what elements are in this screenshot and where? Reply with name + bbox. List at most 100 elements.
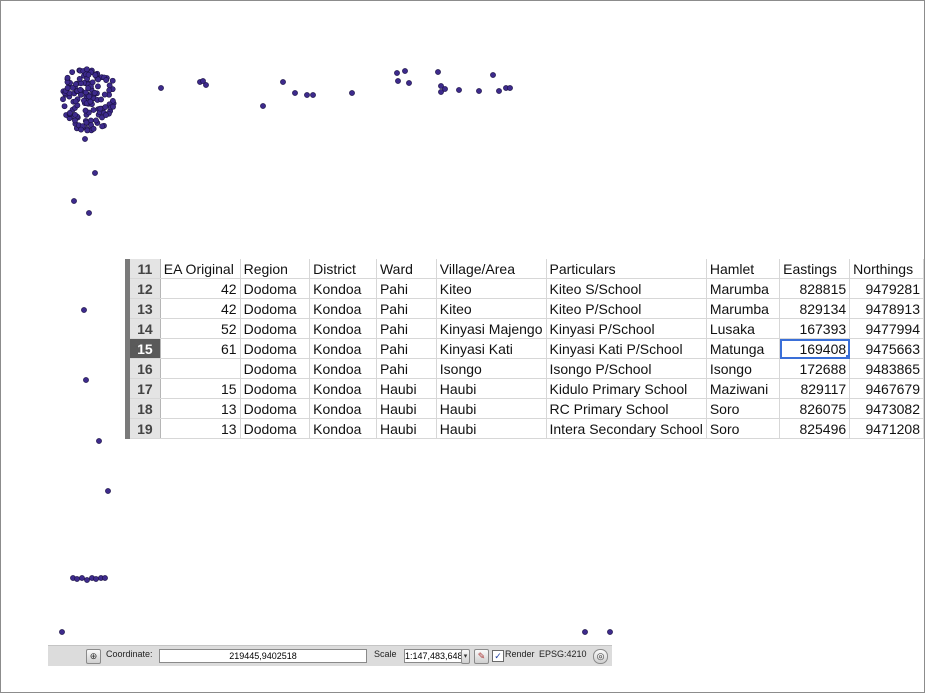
scale-lock-icon[interactable]: ✎	[474, 649, 489, 664]
table-cell[interactable]: Kondoa	[309, 278, 377, 299]
table-cell[interactable]: Kinyasi Kati	[436, 338, 547, 359]
row-header[interactable]: 18	[125, 398, 161, 419]
column-header-cell[interactable]: EA Original	[160, 259, 241, 279]
scale-dropdown-icon[interactable]: ▾	[461, 649, 470, 664]
table-cell[interactable]: Marumba	[706, 298, 781, 319]
table-cell[interactable]: Kondoa	[309, 318, 377, 339]
table-cell[interactable]: 825496	[779, 418, 851, 439]
table-cell[interactable]: Kiteo	[436, 298, 547, 319]
map-point[interactable]	[394, 70, 400, 76]
map-point[interactable]	[106, 87, 113, 94]
map-point[interactable]	[82, 136, 88, 142]
map-point[interactable]	[406, 80, 412, 86]
table-cell[interactable]: 15	[160, 378, 241, 399]
scale-field[interactable]	[404, 649, 462, 663]
map-point[interactable]	[85, 85, 92, 92]
table-cell[interactable]: 52	[160, 318, 241, 339]
table-cell[interactable]: 169408	[779, 338, 851, 359]
column-header-cell[interactable]: Particulars	[546, 259, 707, 279]
map-point[interactable]	[71, 198, 77, 204]
table-cell[interactable]: Dodoma	[240, 318, 311, 339]
table-cell[interactable]: Dodoma	[240, 278, 311, 299]
map-point[interactable]	[260, 103, 266, 109]
map-point[interactable]	[90, 125, 97, 132]
map-point[interactable]	[496, 88, 502, 94]
map-point[interactable]	[78, 126, 84, 133]
table-cell[interactable]: Kiteo	[436, 278, 547, 299]
row-header[interactable]: 15	[125, 338, 161, 359]
table-cell[interactable]: Kondoa	[309, 338, 377, 359]
map-point[interactable]	[402, 68, 408, 74]
map-point[interactable]	[92, 170, 98, 176]
table-cell[interactable]: 9479281	[849, 278, 924, 299]
map-point[interactable]	[89, 79, 96, 86]
projection-icon[interactable]: ◎	[593, 649, 608, 664]
map-point[interactable]	[103, 112, 109, 118]
coordinate-toggle-icon[interactable]: ⊕	[86, 649, 101, 664]
table-cell[interactable]: Kinyasi Kati P/School	[546, 338, 707, 359]
table-cell[interactable]: Pahi	[376, 298, 437, 319]
map-point[interactable]	[158, 85, 164, 91]
map-point[interactable]	[280, 79, 286, 85]
map-point[interactable]	[110, 103, 116, 110]
map-point[interactable]	[109, 77, 116, 84]
table-cell[interactable]: Haubi	[376, 378, 437, 399]
map-point[interactable]	[102, 575, 108, 581]
column-header-cell[interactable]: Eastings	[779, 259, 851, 279]
table-cell[interactable]: 9475663	[849, 338, 924, 359]
table-cell[interactable]: Dodoma	[240, 398, 311, 419]
column-header-cell[interactable]: Hamlet	[706, 259, 781, 279]
map-point[interactable]	[456, 87, 462, 93]
map-point[interactable]	[72, 81, 79, 88]
table-cell[interactable]: 9483865	[849, 358, 924, 379]
table-cell[interactable]: Kondoa	[309, 378, 377, 399]
map-point[interactable]	[349, 90, 355, 96]
table-cell[interactable]: Isongo	[706, 358, 781, 379]
map-point[interactable]	[105, 488, 111, 494]
map-point[interactable]	[86, 93, 93, 100]
table-cell[interactable]: Marumba	[706, 278, 781, 299]
map-point[interactable]	[83, 119, 90, 126]
row-header[interactable]: 19	[125, 418, 161, 439]
table-cell[interactable]: Dodoma	[240, 378, 311, 399]
map-point[interactable]	[83, 66, 90, 73]
table-cell[interactable]: Kiteo P/School	[546, 298, 707, 319]
column-header-cell[interactable]: Region	[240, 259, 311, 279]
map-point[interactable]	[76, 75, 83, 82]
map-point[interactable]	[64, 74, 71, 81]
row-header[interactable]: 17	[125, 378, 161, 399]
map-point[interactable]	[476, 88, 482, 94]
row-header[interactable]: 13	[125, 298, 161, 319]
table-cell[interactable]: 167393	[779, 318, 851, 339]
table-cell[interactable]: Dodoma	[240, 298, 311, 319]
map-point[interactable]	[74, 576, 80, 582]
table-cell[interactable]: Intera Secondary School	[546, 418, 707, 439]
map-point[interactable]	[82, 107, 89, 114]
table-cell[interactable]: Pahi	[376, 278, 437, 299]
table-cell[interactable]: Haubi	[376, 398, 437, 419]
map-point[interactable]	[292, 90, 298, 96]
map-point[interactable]	[77, 86, 84, 93]
table-cell[interactable]: 13	[160, 398, 241, 419]
table-cell[interactable]: 826075	[779, 398, 851, 419]
table-cell[interactable]: 9477994	[849, 318, 924, 339]
map-point[interactable]	[81, 307, 87, 313]
map-point[interactable]	[507, 85, 513, 91]
map-point[interactable]	[86, 210, 92, 216]
map-point[interactable]	[59, 629, 65, 635]
map-point[interactable]	[61, 103, 68, 110]
map-point[interactable]	[60, 96, 66, 103]
table-cell[interactable]: Maziwani	[706, 378, 781, 399]
map-point[interactable]	[490, 72, 496, 78]
map-point[interactable]	[304, 92, 310, 98]
table-cell[interactable]: Dodoma	[240, 418, 311, 439]
map-point[interactable]	[72, 111, 79, 118]
table-cell[interactable]: Kiteo S/School	[546, 278, 707, 299]
table-cell[interactable]: RC Primary School	[546, 398, 707, 419]
map-point[interactable]	[66, 110, 73, 116]
map-point[interactable]	[64, 85, 71, 91]
map-point[interactable]	[84, 577, 90, 583]
table-cell[interactable]: Haubi	[436, 378, 547, 399]
table-cell[interactable]: Dodoma	[240, 358, 311, 379]
table-cell[interactable]: 9471208	[849, 418, 924, 439]
